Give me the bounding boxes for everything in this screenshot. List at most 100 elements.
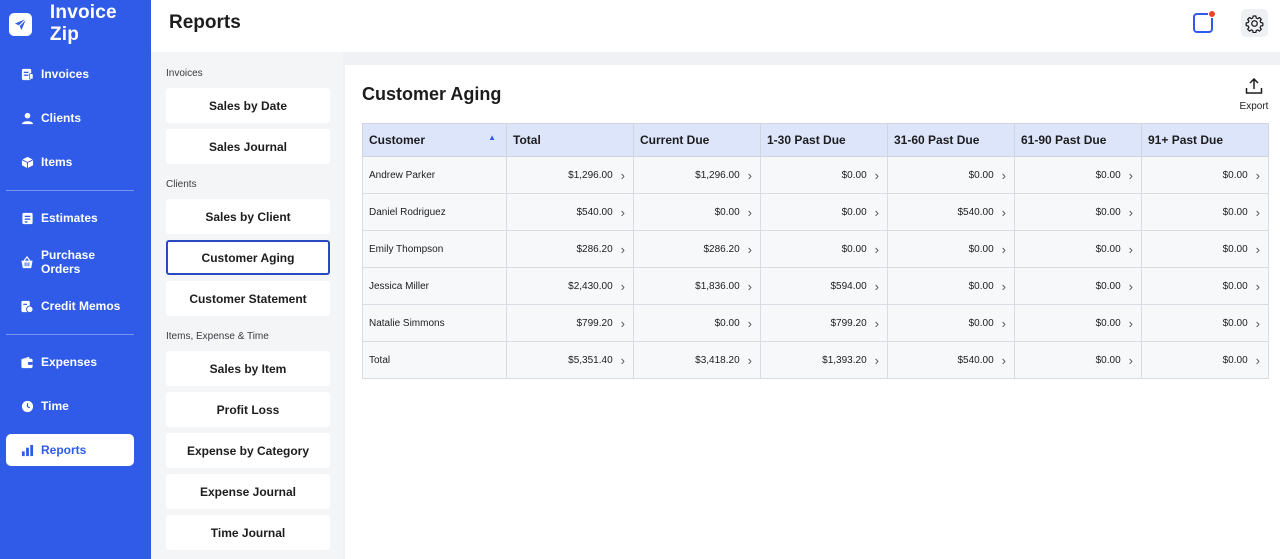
amount-cell[interactable]: $0.00 › <box>1141 341 1269 379</box>
chevron-right-icon[interactable]: › <box>748 317 752 330</box>
amount-cell[interactable]: $0.00 › <box>1141 304 1269 342</box>
chevron-right-icon[interactable]: › <box>1129 243 1133 256</box>
amount-cell[interactable]: $0.00 › <box>1014 156 1142 194</box>
amount-cell[interactable]: $0.00 › <box>760 230 888 268</box>
amount-cell[interactable]: $1,393.20 › <box>760 341 888 379</box>
sidebar-item-estimates[interactable]: Estimates <box>6 202 134 234</box>
chevron-right-icon[interactable]: › <box>1256 280 1260 293</box>
chevron-right-icon[interactable]: › <box>621 280 625 293</box>
column-header-customer[interactable]: Customer ▲ <box>362 123 507 157</box>
notification-icon[interactable] <box>1193 10 1216 33</box>
amount-cell[interactable]: $1,836.00 › <box>633 267 761 305</box>
chevron-right-icon[interactable]: › <box>875 317 879 330</box>
amount-cell[interactable]: $0.00 › <box>760 193 888 231</box>
chevron-right-icon[interactable]: › <box>748 243 752 256</box>
amount-cell[interactable]: $799.20 › <box>760 304 888 342</box>
amount-cell[interactable]: $2,430.00 › <box>506 267 634 305</box>
amount-cell[interactable]: $0.00 › <box>1014 193 1142 231</box>
chevron-right-icon[interactable]: › <box>1256 243 1260 256</box>
sidebar-item-clients[interactable]: Clients <box>6 102 134 134</box>
amount-cell[interactable]: $1,296.00 › <box>506 156 634 194</box>
sidebar-item-label: Purchase Orders <box>41 248 96 276</box>
report-sales-journal[interactable]: Sales Journal <box>166 129 330 164</box>
amount-cell[interactable]: $1,296.00 › <box>633 156 761 194</box>
chevron-right-icon[interactable]: › <box>1256 354 1260 367</box>
chevron-right-icon[interactable]: › <box>621 169 625 182</box>
chevron-right-icon[interactable]: › <box>1129 354 1133 367</box>
sidebar-item-items[interactable]: Items <box>6 146 134 178</box>
report-expense-journal[interactable]: Expense Journal <box>166 474 330 509</box>
amount-cell[interactable]: $0.00 › <box>1141 193 1269 231</box>
chevron-right-icon[interactable]: › <box>748 169 752 182</box>
amount-cell[interactable]: $0.00 › <box>760 156 888 194</box>
amount-cell[interactable]: $0.00 › <box>887 304 1015 342</box>
amount-cell[interactable]: $0.00 › <box>1014 267 1142 305</box>
settings-gear-icon[interactable] <box>1241 9 1268 37</box>
amount-cell[interactable]: $5,351.40 › <box>506 341 634 379</box>
chevron-right-icon[interactable]: › <box>1002 206 1006 219</box>
amount-cell[interactable]: $0.00 › <box>1141 267 1269 305</box>
amount-cell[interactable]: $540.00 › <box>887 193 1015 231</box>
chevron-right-icon[interactable]: › <box>1129 317 1133 330</box>
sidebar-item-reports[interactable]: Reports <box>6 434 134 466</box>
amount-cell[interactable]: $0.00 › <box>633 304 761 342</box>
report-profit-loss[interactable]: Profit Loss <box>166 392 330 427</box>
report-time-journal[interactable]: Time Journal <box>166 515 330 550</box>
sidebar-item-invoices[interactable]: Invoices <box>6 58 134 90</box>
report-customer-statement[interactable]: Customer Statement <box>166 281 330 316</box>
chevron-right-icon[interactable]: › <box>748 280 752 293</box>
chevron-right-icon[interactable]: › <box>621 206 625 219</box>
export-button[interactable]: Export <box>1234 77 1274 112</box>
chevron-right-icon[interactable]: › <box>875 280 879 293</box>
amount-cell[interactable]: $3,418.20 › <box>633 341 761 379</box>
amount-cell[interactable]: $0.00 › <box>887 156 1015 194</box>
amount-cell[interactable]: $799.20 › <box>506 304 634 342</box>
chevron-right-icon[interactable]: › <box>748 206 752 219</box>
amount-value: $540.00 <box>576 206 613 218</box>
amount-cell[interactable]: $0.00 › <box>1014 230 1142 268</box>
chevron-right-icon[interactable]: › <box>1002 354 1006 367</box>
amount-cell[interactable]: $0.00 › <box>633 193 761 231</box>
chevron-right-icon[interactable]: › <box>1129 206 1133 219</box>
brand[interactable]: Invoice Zip <box>9 2 151 45</box>
amount-cell[interactable]: $0.00 › <box>1141 230 1269 268</box>
report-sales-by-item[interactable]: Sales by Item <box>166 351 330 386</box>
chevron-right-icon[interactable]: › <box>875 206 879 219</box>
chevron-right-icon[interactable]: › <box>1256 317 1260 330</box>
sort-ascending-icon[interactable]: ▲ <box>488 133 496 142</box>
amount-cell[interactable]: $0.00 › <box>887 267 1015 305</box>
chevron-right-icon[interactable]: › <box>1256 206 1260 219</box>
sidebar-item-expenses[interactable]: Expenses <box>6 346 134 378</box>
chevron-right-icon[interactable]: › <box>1002 280 1006 293</box>
chevron-right-icon[interactable]: › <box>875 169 879 182</box>
amount-cell[interactable]: $0.00 › <box>1014 341 1142 379</box>
report-customer-aging[interactable]: Customer Aging <box>166 240 330 275</box>
amount-cell[interactable]: $286.20 › <box>506 230 634 268</box>
chevron-right-icon[interactable]: › <box>621 354 625 367</box>
chevron-right-icon[interactable]: › <box>1002 169 1006 182</box>
amount-cell[interactable]: $0.00 › <box>1014 304 1142 342</box>
sidebar-item-credit-memos[interactable]: Credit Memos <box>6 290 134 322</box>
chevron-right-icon[interactable]: › <box>1002 243 1006 256</box>
sidebar-item-time[interactable]: Time <box>6 390 134 422</box>
report-sales-by-client[interactable]: Sales by Client <box>166 199 330 234</box>
amount-value: $0.00 <box>1095 169 1121 181</box>
amount-cell[interactable]: $540.00 › <box>887 341 1015 379</box>
chevron-right-icon[interactable]: › <box>1256 169 1260 182</box>
chevron-right-icon[interactable]: › <box>1129 169 1133 182</box>
amount-cell[interactable]: $0.00 › <box>1141 156 1269 194</box>
amount-cell[interactable]: $540.00 › <box>506 193 634 231</box>
chevron-right-icon[interactable]: › <box>621 317 625 330</box>
chevron-right-icon[interactable]: › <box>748 354 752 367</box>
amount-cell[interactable]: $286.20 › <box>633 230 761 268</box>
chevron-right-icon[interactable]: › <box>621 243 625 256</box>
amount-cell[interactable]: $594.00 › <box>760 267 888 305</box>
chevron-right-icon[interactable]: › <box>875 354 879 367</box>
chevron-right-icon[interactable]: › <box>875 243 879 256</box>
chevron-right-icon[interactable]: › <box>1002 317 1006 330</box>
sidebar-item-purchase-orders[interactable]: Purchase Orders <box>6 246 134 278</box>
amount-cell[interactable]: $0.00 › <box>887 230 1015 268</box>
report-expense-by-category[interactable]: Expense by Category <box>166 433 330 468</box>
chevron-right-icon[interactable]: › <box>1129 280 1133 293</box>
report-sales-by-date[interactable]: Sales by Date <box>166 88 330 123</box>
